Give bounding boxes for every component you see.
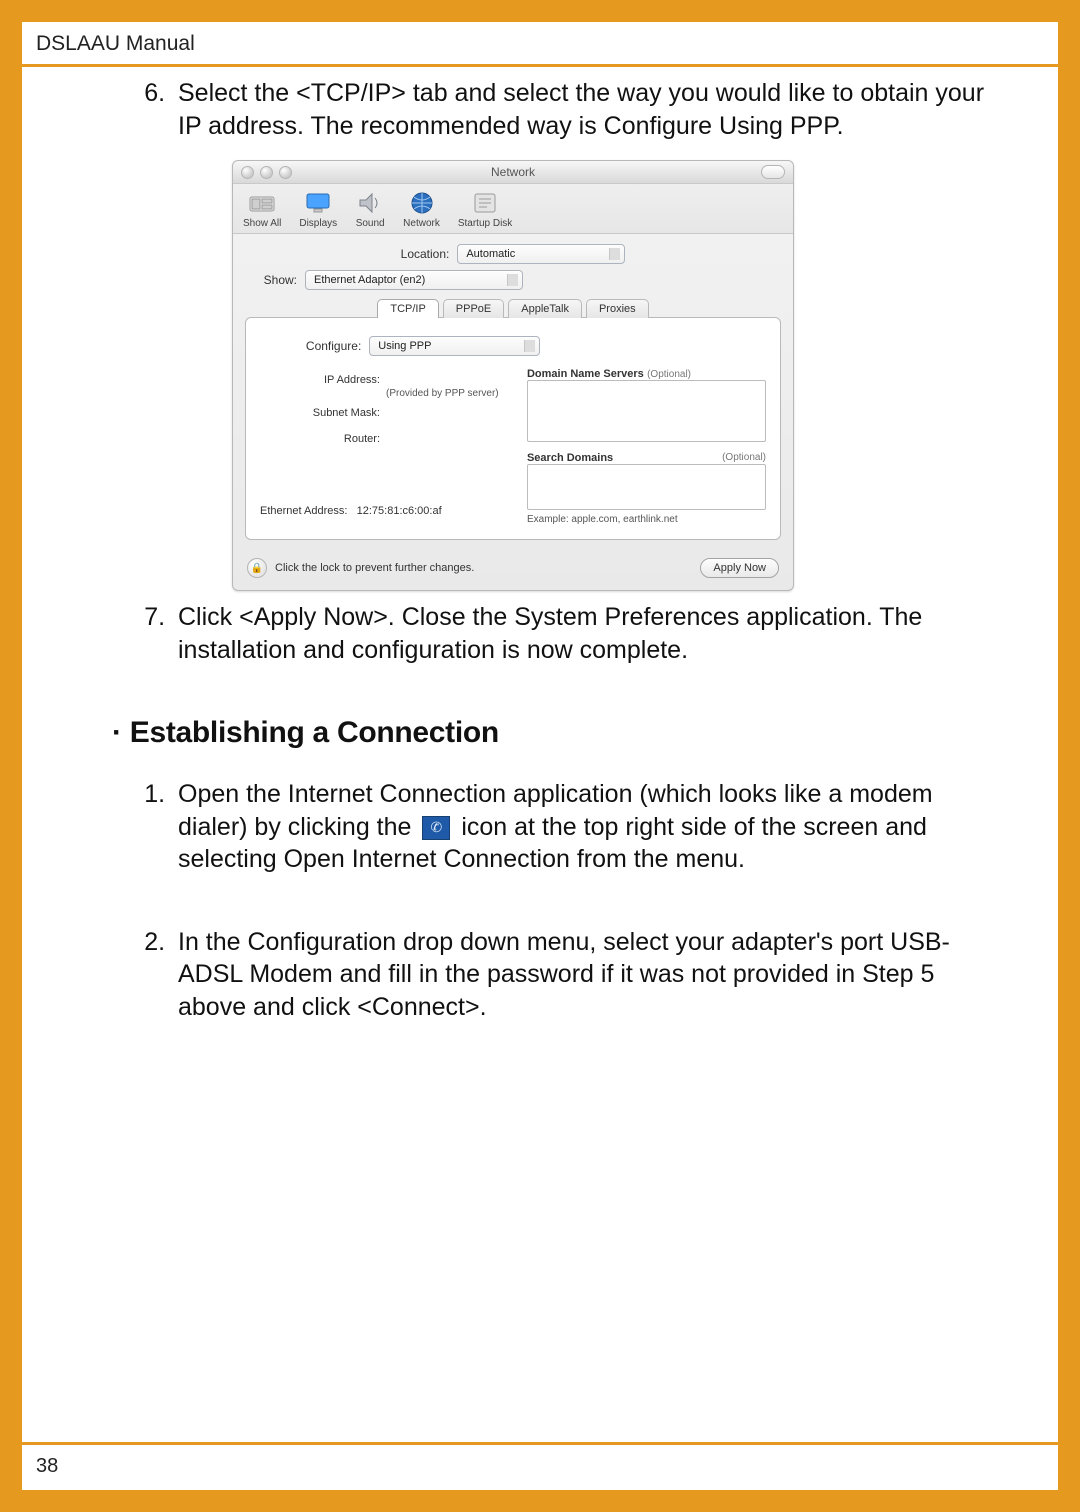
- tab-tcpip[interactable]: TCP/IP: [377, 299, 438, 318]
- minimize-icon[interactable]: [260, 166, 273, 179]
- show-row: Show: Ethernet Adaptor (en2) ▲▼: [249, 270, 793, 290]
- show-select[interactable]: Ethernet Adaptor (en2) ▲▼: [305, 270, 523, 290]
- tab-appletalk[interactable]: AppleTalk: [508, 299, 582, 318]
- sound-icon: [355, 190, 385, 216]
- steps-list-b: Open the Internet Connection application…: [72, 778, 1008, 1023]
- configure-label: Configure:: [260, 339, 361, 353]
- show-all-icon: [247, 190, 277, 216]
- step-6: Select the <TCP/IP> tab and select the w…: [172, 77, 1008, 142]
- toolbar-show-all-label: Show All: [243, 218, 281, 229]
- toolbar-network[interactable]: Network: [403, 190, 440, 229]
- dns-optional: (Optional): [647, 369, 691, 380]
- tab-bar: TCP/IP PPPoE AppleTalk Proxies: [233, 299, 793, 318]
- configure-select[interactable]: Using PPP ▲▼: [369, 336, 540, 356]
- dns-label: Domain Name Servers: [527, 368, 644, 380]
- tcpip-right-column: Domain Name Servers (Optional) Search Do…: [527, 366, 766, 525]
- tcpip-left-column: IP Address: (Provided by PPP server) Sub…: [260, 366, 511, 525]
- toolbar-sound[interactable]: Sound: [355, 190, 385, 229]
- ethernet-address-label: Ethernet Address:: [260, 505, 347, 517]
- ip-address-label: IP Address:: [260, 374, 386, 386]
- configure-row: Configure: Using PPP ▲▼: [260, 336, 540, 356]
- lock-icon[interactable]: 🔒: [247, 558, 267, 578]
- doc-header-title: DSLAAU Manual: [22, 22, 1058, 64]
- router-label: Router:: [260, 433, 386, 445]
- traffic-lights: [241, 166, 292, 179]
- show-value: Ethernet Adaptor (en2): [314, 274, 425, 286]
- location-row: Location: Automatic ▲▼: [233, 244, 793, 264]
- prefs-toolbar: Show All Displays Sound: [233, 184, 793, 234]
- header-rule: [22, 64, 1058, 67]
- window-titlebar: Network: [233, 161, 793, 184]
- tab-pppoe[interactable]: PPPoE: [443, 299, 504, 318]
- page-footer: 38: [22, 1442, 1058, 1490]
- toolbar-network-label: Network: [403, 218, 440, 229]
- location-value: Automatic: [466, 248, 515, 260]
- search-domains-example: Example: apple.com, earthlink.net: [527, 514, 766, 525]
- toolbar-startup-disk[interactable]: Startup Disk: [458, 190, 512, 229]
- step-b2: In the Configuration drop down menu, sel…: [172, 926, 1008, 1024]
- ip-address-caption: (Provided by PPP server): [386, 388, 499, 399]
- location-select[interactable]: Automatic ▲▼: [457, 244, 625, 264]
- startup-disk-icon: [470, 190, 500, 216]
- configure-value: Using PPP: [378, 340, 431, 352]
- section-heading: · Establishing a Connection: [112, 716, 1008, 750]
- toolbar-displays[interactable]: Displays: [299, 190, 337, 229]
- step-b1: Open the Internet Connection application…: [172, 778, 1008, 876]
- show-label: Show:: [249, 273, 297, 287]
- zoom-icon[interactable]: [279, 166, 292, 179]
- toolbar-displays-label: Displays: [299, 218, 337, 229]
- dns-textbox[interactable]: [527, 380, 766, 442]
- window-title: Network: [233, 165, 793, 179]
- subnet-mask-label: Subnet Mask:: [260, 407, 386, 419]
- toolbar-toggle-icon[interactable]: [761, 165, 785, 179]
- toolbar-startup-disk-label: Startup Disk: [458, 218, 512, 229]
- location-label: Location:: [401, 247, 450, 261]
- chevron-updown-icon: ▲▼: [509, 273, 517, 287]
- search-domains-label: Search Domains: [527, 452, 613, 464]
- bullet-icon: ·: [112, 716, 130, 749]
- chevron-updown-icon: ▲▼: [526, 339, 534, 353]
- tab-proxies[interactable]: Proxies: [586, 299, 649, 318]
- section-heading-text: Establishing a Connection: [130, 716, 499, 749]
- network-icon: [407, 190, 437, 216]
- chevron-updown-icon: ▲▼: [611, 247, 619, 261]
- tcpip-panel: Configure: Using PPP ▲▼ IP Address:: [245, 317, 781, 540]
- toolbar-show-all[interactable]: Show All: [243, 190, 281, 229]
- toolbar-sound-label: Sound: [356, 218, 385, 229]
- step-7: Click <Apply Now>. Close the System Pref…: [172, 601, 1008, 666]
- lock-row: 🔒 Click the lock to prevent further chan…: [233, 550, 793, 590]
- ethernet-address-row: Ethernet Address: 12:75:81:c6:00:af: [260, 505, 511, 517]
- close-icon[interactable]: [241, 166, 254, 179]
- search-domains-textbox[interactable]: [527, 464, 766, 510]
- lock-text: Click the lock to prevent further change…: [275, 562, 474, 574]
- ethernet-address-value: 12:75:81:c6:00:af: [357, 505, 442, 517]
- page-number: 38: [22, 1445, 1058, 1490]
- steps-list-a-cont: Click <Apply Now>. Close the System Pref…: [72, 601, 1008, 666]
- steps-list-a: Select the <TCP/IP> tab and select the w…: [72, 77, 1008, 142]
- search-domains-optional: (Optional): [722, 452, 766, 464]
- displays-icon: [303, 190, 333, 216]
- network-prefs-window: Network Show All: [232, 160, 794, 591]
- apply-now-button[interactable]: Apply Now: [700, 558, 779, 578]
- internet-connect-icon: [422, 816, 450, 840]
- embedded-screenshot: Network Show All: [232, 160, 792, 591]
